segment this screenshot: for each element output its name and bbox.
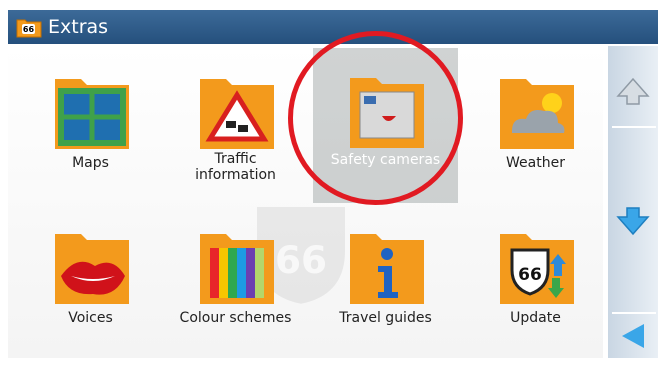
traffic-sign-icon [200, 79, 274, 149]
svg-text:66: 66 [518, 265, 542, 285]
menu-item-label: Traffic information [195, 151, 276, 183]
arrow-back-icon [622, 324, 644, 348]
menu-item-travel-guides[interactable]: Travel guides [313, 206, 458, 356]
svg-text:66: 66 [23, 25, 35, 34]
extras-grid: 66 Maps Traffic information Safety camer… [8, 46, 603, 358]
menu-item-voices[interactable]: Voices [18, 206, 163, 356]
menu-item-weather[interactable]: Weather [463, 51, 603, 201]
menu-item-colour-schemes[interactable]: Colour schemes [163, 206, 308, 356]
color-bars-icon [200, 234, 274, 304]
menu-item-label: Travel guides [339, 310, 432, 326]
menu-item-update[interactable]: 66 Update [463, 206, 603, 356]
menu-item-traffic-information[interactable]: Traffic information [163, 51, 308, 201]
menu-item-maps[interactable]: Maps [18, 51, 163, 201]
window-title: Extras [48, 16, 109, 38]
menu-item-label: Maps [72, 155, 109, 171]
map-icon [55, 79, 129, 149]
menu-item-safety-cameras[interactable]: Safety cameras [313, 48, 458, 203]
arrow-down-icon [616, 207, 650, 236]
back-button[interactable] [608, 316, 658, 356]
scroll-up-button[interactable] [608, 56, 658, 126]
menu-item-label: Weather [506, 155, 565, 171]
menu-item-label: Safety cameras [330, 152, 441, 168]
weather-cloud-icon [500, 79, 574, 149]
extras-folder-icon: 66 [16, 16, 42, 38]
scroll-down-button[interactable] [608, 186, 658, 256]
lips-icon [55, 234, 129, 304]
route66-update-icon: 66 [500, 234, 574, 304]
menu-item-label: Colour schemes [179, 310, 292, 326]
title-bar: 66 Extras [8, 10, 658, 44]
menu-item-label: Voices [68, 310, 113, 326]
speed-camera-icon [350, 78, 424, 148]
menu-item-label: Update [510, 310, 561, 326]
app-window: 66 Extras 66 Maps Traffic information Sa… [0, 0, 665, 367]
scrollbar [608, 46, 658, 358]
arrow-up-icon [616, 77, 650, 105]
info-icon [350, 234, 424, 304]
